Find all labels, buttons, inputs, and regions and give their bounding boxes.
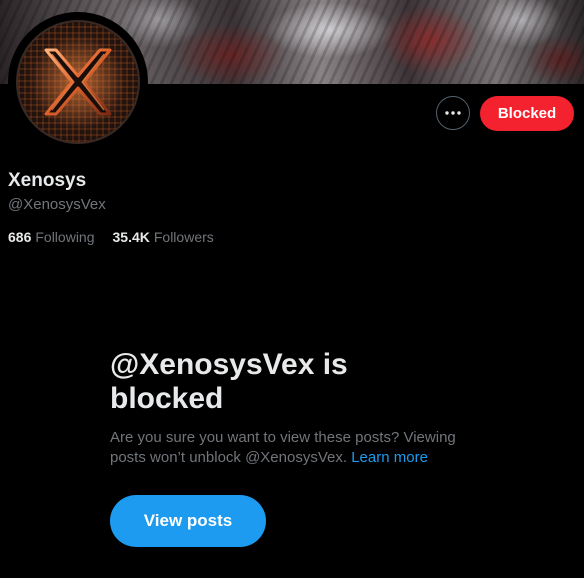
followers-label: Followers	[153, 229, 214, 245]
more-options-button[interactable]	[436, 96, 470, 130]
blocked-notice-description: Are you sure you want to view these post…	[110, 428, 475, 468]
more-horizontal-icon	[445, 111, 461, 115]
display-name: Xenosys	[8, 170, 87, 191]
blocked-button[interactable]: Blocked	[480, 96, 574, 131]
profile-page: Blocked Xenosys @XenosysVex 686 Following…	[0, 0, 584, 578]
learn-more-link[interactable]: Learn more	[351, 449, 428, 466]
blocked-notice-title: @XenosysVex is blocked	[110, 348, 348, 415]
x-logo-icon	[44, 48, 112, 116]
following-link[interactable]: 686 Following	[8, 229, 95, 245]
followers-count: 35.4K	[112, 229, 150, 245]
followers-link[interactable]: 35.4K Followers	[113, 229, 214, 245]
profile-handle: @XenosysVex	[8, 196, 106, 213]
following-label: Following	[35, 229, 95, 245]
following-count: 686	[8, 229, 32, 245]
view-posts-button[interactable]: View posts	[110, 495, 266, 547]
profile-stats: 686 Following 35.4K Followers	[8, 229, 214, 245]
profile-avatar[interactable]	[8, 12, 148, 152]
